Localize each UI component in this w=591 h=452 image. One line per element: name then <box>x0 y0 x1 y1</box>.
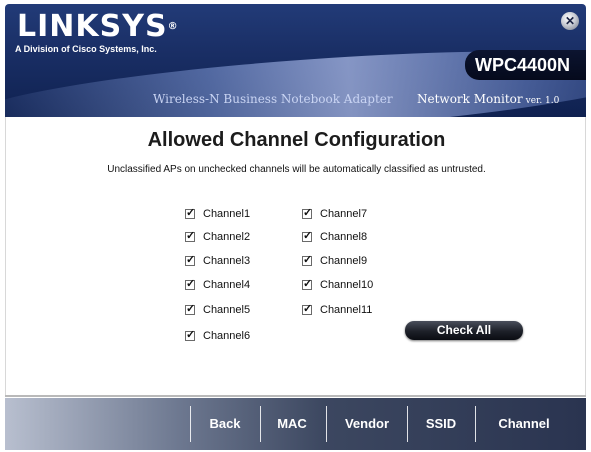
channel-label: Channel8 <box>320 231 368 243</box>
footer-divider <box>5 395 586 397</box>
channel-label: Channel2 <box>203 231 251 243</box>
bottom-nav: Back MAC Vendor SSID Channel <box>5 398 586 450</box>
channel9-checkbox[interactable]: Channel9 <box>302 253 367 269</box>
checkbox-checked-icon[interactable] <box>302 277 312 290</box>
back-button[interactable]: Back <box>200 408 250 440</box>
checkbox-checked-icon[interactable] <box>185 302 195 315</box>
channel-label: Channel4 <box>203 279 251 291</box>
channel-label: Channel10 <box>320 279 374 291</box>
page-title: Allowed Channel Configuration <box>147 129 446 151</box>
ssid-button[interactable]: SSID <box>415 408 467 440</box>
channel6-checkbox[interactable]: Channel6 <box>185 328 250 344</box>
channel-label: Channel5 <box>203 304 251 316</box>
checkbox-checked-icon[interactable] <box>185 253 195 266</box>
channel-label: Channel11 <box>320 304 373 316</box>
channel-label: Channel1 <box>203 208 251 220</box>
nav-separator <box>407 406 408 442</box>
channel7-checkbox[interactable]: Channel7 <box>302 206 367 222</box>
channel-label: Channel6 <box>203 330 251 342</box>
model-badge: WPC4400N <box>465 50 586 80</box>
channel8-checkbox[interactable]: Channel8 <box>302 229 367 245</box>
channel11-checkbox[interactable]: Channel11 <box>302 302 372 318</box>
channel-label: Channel7 <box>320 208 368 220</box>
vendor-button[interactable]: Vendor <box>335 408 399 440</box>
app-name-text: Network Monitor <box>417 92 523 106</box>
channel5-checkbox[interactable]: Channel5 <box>185 302 250 318</box>
logo-registered-mark: ® <box>167 21 179 32</box>
linksys-logo: LINKSYS® <box>17 12 179 42</box>
logo-text: LINKSYS <box>17 9 168 44</box>
checkbox-checked-icon[interactable] <box>302 229 312 242</box>
checkbox-checked-icon[interactable] <box>185 229 195 242</box>
page-description: Unclassified APs on unchecked channels w… <box>107 164 486 175</box>
product-subtitle: Wireless-N Business Notebook Adapter <box>153 92 393 106</box>
channel-config-panel: Allowed Channel Configuration Unclassifi… <box>5 117 586 395</box>
channel10-checkbox[interactable]: Channel10 <box>302 277 373 293</box>
nav-separator <box>190 406 191 442</box>
close-icon[interactable]: ✕ <box>561 12 579 30</box>
nav-separator <box>475 406 476 442</box>
channel1-checkbox[interactable]: Channel1 <box>185 206 250 222</box>
division-text: A Division of Cisco Systems, Inc. <box>15 44 157 54</box>
checkbox-checked-icon[interactable] <box>302 302 312 315</box>
check-all-button[interactable]: Check All <box>405 321 523 340</box>
app-header: LINKSYS® A Division of Cisco Systems, In… <box>5 4 586 117</box>
app-name: Network Monitor ver. 1.0 <box>417 92 559 106</box>
channel2-checkbox[interactable]: Channel2 <box>185 229 250 245</box>
channel-label: Channel3 <box>203 255 251 267</box>
checkbox-checked-icon[interactable] <box>302 253 312 266</box>
nav-separator <box>326 406 327 442</box>
channel-button[interactable]: Channel <box>483 408 565 440</box>
mac-button[interactable]: MAC <box>267 408 317 440</box>
checkbox-checked-icon[interactable] <box>185 206 195 219</box>
nav-separator <box>260 406 261 442</box>
channel3-checkbox[interactable]: Channel3 <box>185 253 250 269</box>
checkbox-checked-icon[interactable] <box>302 206 312 219</box>
channel-label: Channel9 <box>320 255 368 267</box>
checkbox-checked-icon[interactable] <box>185 277 195 290</box>
version-label: ver. 1.0 <box>525 96 560 106</box>
channel4-checkbox[interactable]: Channel4 <box>185 277 250 293</box>
checkbox-checked-icon[interactable] <box>185 328 195 341</box>
